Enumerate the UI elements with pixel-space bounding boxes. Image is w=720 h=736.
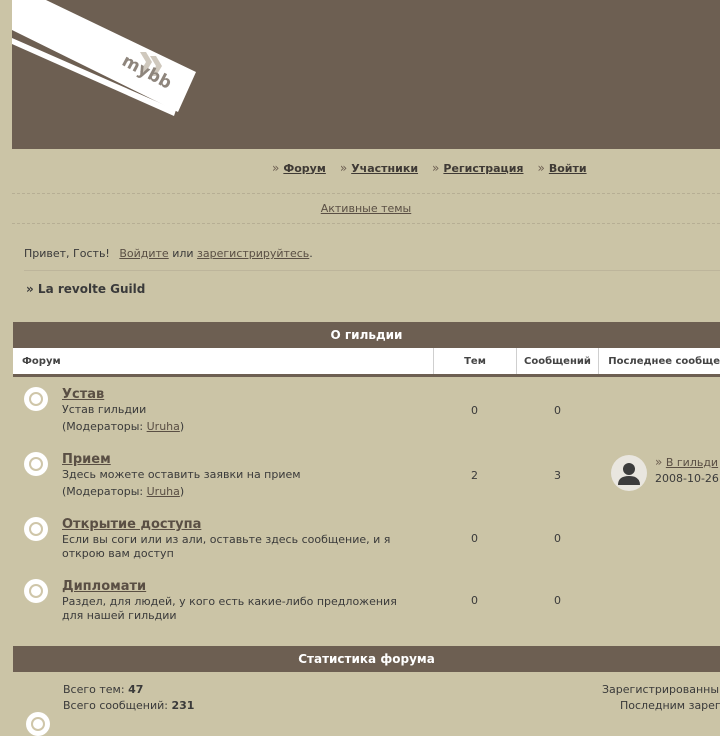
posts-count: 0 [554, 594, 561, 607]
statistics-row: Всего тем: 47 Всего сообщений: 231 Зарег… [13, 672, 720, 736]
forum-row: Открытие доступа Если вы соги или из али… [13, 507, 720, 569]
nav-item-login: » Войти [537, 161, 586, 175]
statistics-totals: Всего тем: 47 Всего сообщений: 231 [63, 682, 194, 714]
forum-description: Если вы соги или из али, оставьте здесь … [62, 533, 391, 560]
forum-row: Прием Здесь можете оставить заявки на пр… [13, 442, 720, 507]
subnav-bar: Активные темы [12, 193, 720, 224]
breadcrumb: » La revolte Guild [26, 282, 146, 296]
nav-item-forum: » Форум [272, 161, 326, 175]
forum-description: Раздел, для людей, у кого есть какие-либ… [62, 595, 397, 622]
total-posts: Всего сообщений: 231 [63, 699, 195, 712]
nav-link-members[interactable]: Участники [351, 162, 418, 175]
statistics-members: Зарегистрированны Последним зарег [602, 682, 720, 714]
forum-title-link[interactable]: Устав [62, 387, 104, 402]
posts-count: 3 [554, 469, 561, 482]
statistics-title[interactable]: Статистика форума [13, 646, 720, 672]
login-link[interactable]: Войдите [119, 247, 168, 260]
avatar[interactable] [611, 455, 647, 491]
topics-count: 0 [471, 404, 478, 417]
forum-category-about: О гильдии Форум Тем Сообщений Последнее … [13, 322, 720, 640]
nav-link-register[interactable]: Регистрация [443, 162, 523, 175]
total-topics: Всего тем: 47 [63, 683, 144, 696]
stats-icon [26, 712, 50, 736]
forum-row: Дипломати Раздел, для людей, у кого есть… [13, 569, 720, 631]
nav-link-forum[interactable]: Форум [283, 162, 326, 175]
forum-title-link[interactable]: Дипломати [62, 579, 146, 594]
last-post-date: 2008-10-26 [655, 472, 719, 485]
register-link[interactable]: зарегистрируйтесь [197, 247, 309, 260]
nav-item-register: » Регистрация [432, 161, 523, 175]
forum-statistics: Статистика форума Всего тем: 47 Всего со… [13, 646, 720, 736]
greeting-text: Привет, Гость! [24, 247, 110, 260]
nav-item-members: » Участники [340, 161, 418, 175]
period-text: . [309, 247, 313, 260]
welcome-message: Привет, Гость! Войдите или зарегистрируй… [24, 247, 313, 260]
forum-title-link[interactable]: Открытие доступа [62, 517, 201, 532]
main-nav: » Форум » Участники » Регистрация » Войт… [272, 160, 587, 176]
forum-read-icon [24, 579, 48, 603]
registered-count: Зарегистрированны [602, 683, 720, 696]
topics-count: 0 [471, 532, 478, 545]
forum-description: Здесь можете оставить заявки на прием [62, 468, 301, 481]
forum-read-icon [24, 517, 48, 541]
last-post-info: » В гильди 2008-10-26 [655, 454, 719, 487]
double-chevron-icon: » [272, 161, 280, 175]
forum-moderators: (Модераторы: Uruha) [62, 420, 185, 433]
forum-description: Устав гильдии [62, 403, 147, 416]
double-chevron-icon: » [655, 455, 663, 469]
moderator-link[interactable]: Uruha [147, 420, 180, 433]
forum-row: Устав Устав гильдии (Модераторы: Uruha) … [13, 377, 720, 442]
topics-count: 2 [471, 469, 478, 482]
or-text: или [172, 247, 194, 260]
posts-count: 0 [554, 532, 561, 545]
last-post-link[interactable]: В гильди [666, 456, 718, 469]
column-topics: Тем [433, 348, 515, 374]
nav-link-login[interactable]: Войти [549, 162, 587, 175]
table-header: Форум Тем Сообщений Последнее сообще [13, 348, 720, 377]
forum-title-link[interactable]: Прием [62, 452, 111, 467]
active-topics-link[interactable]: Активные темы [321, 202, 412, 215]
column-last-post: Последнее сообще [598, 348, 720, 374]
last-registered: Последним зарег [620, 699, 720, 712]
double-chevron-icon: » [537, 161, 545, 175]
forum-read-icon [24, 387, 48, 411]
topics-count: 0 [471, 594, 478, 607]
user-silhouette-icon [618, 463, 640, 485]
mybb-logo[interactable]: mybb [12, 0, 212, 149]
column-posts: Сообщений [515, 348, 598, 374]
forum-moderators: (Модераторы: Uruha) [62, 485, 185, 498]
moderator-link[interactable]: Uruha [147, 485, 180, 498]
double-chevron-icon: » [432, 161, 440, 175]
column-forum: Форум [22, 355, 61, 367]
forum-read-icon [24, 452, 48, 476]
posts-count: 0 [554, 404, 561, 417]
divider [24, 270, 720, 271]
header-banner: mybb [12, 0, 720, 149]
double-chevron-icon: » [339, 161, 348, 175]
category-title[interactable]: О гильдии [13, 322, 720, 348]
